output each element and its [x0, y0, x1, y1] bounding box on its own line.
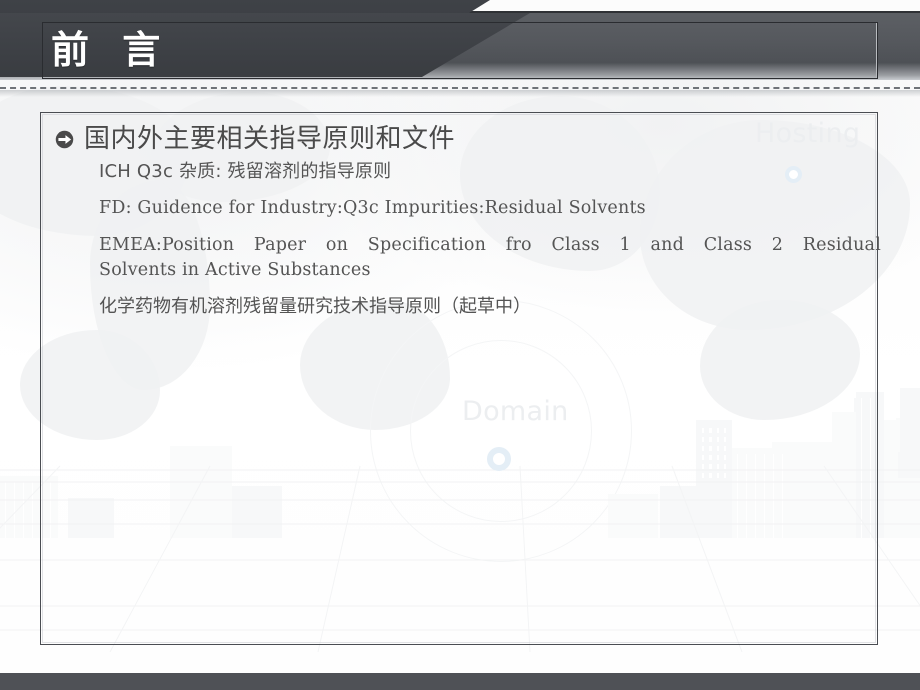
body-line-3: EMEA:Position Paper on Specification fro…: [99, 235, 881, 255]
header-dashed-divider: [0, 87, 920, 89]
header-drop-shadow: [0, 90, 920, 97]
slide-header: 前 言: [0, 0, 920, 97]
page-title: 前 言: [51, 28, 171, 72]
body-line-5: 化学药物有机溶剂残留量研究技术指导原则（起草中）: [99, 296, 531, 317]
content-inner: 国内外主要相关指导原则和文件 ICH Q3c 杂质: 残留溶剂的指导原则 FD:…: [55, 121, 881, 319]
content-body: ICH Q3c 杂质: 残留溶剂的指导原则 FD: Guidence for I…: [99, 159, 881, 319]
body-line-4: Solvents in Active Substances: [99, 260, 371, 280]
footer-bar: [0, 673, 920, 690]
body-line-1: ICH Q3c 杂质: 残留溶剂的指导原则: [99, 161, 392, 182]
body-line-2: FD: Guidence for Industry:Q3c Impurities…: [99, 198, 646, 218]
heading-row: 国内外主要相关指导原则和文件: [55, 121, 867, 157]
slide: Hosting Domain 前 言 国内外主要相关指导原则和文件 ICH Q3…: [0, 0, 920, 690]
arrow-circle-right-icon: [55, 130, 74, 149]
content-heading: 国内外主要相关指导原则和文件: [84, 124, 456, 154]
content-box: 国内外主要相关指导原则和文件 ICH Q3c 杂质: 残留溶剂的指导原则 FD:…: [40, 112, 881, 645]
